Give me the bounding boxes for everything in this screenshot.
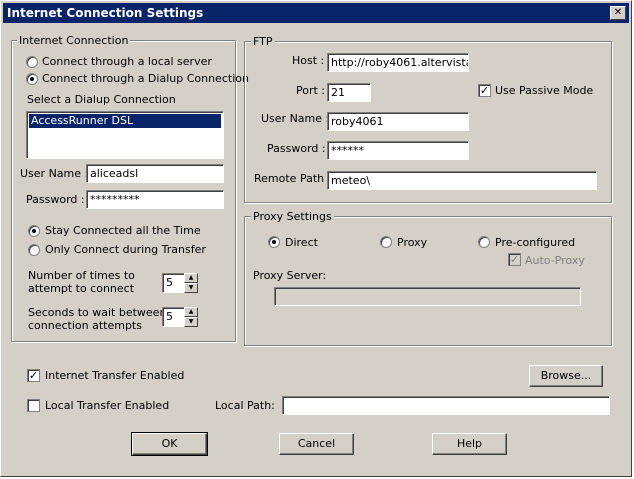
passive-mode-checkbox[interactable]: ✓ bbox=[478, 84, 491, 97]
radio-proxy[interactable] bbox=[380, 236, 392, 248]
local-path-label: Local Path: bbox=[215, 399, 275, 412]
radio-proxy-label[interactable]: Proxy bbox=[397, 236, 427, 249]
ftp-remote-path-input[interactable]: meteo\ bbox=[327, 171, 597, 190]
ok-button[interactable]: OK bbox=[131, 432, 208, 456]
radio-stay-connected[interactable] bbox=[28, 225, 40, 237]
ftp-port-label: Port : bbox=[296, 84, 326, 97]
radio-only-connect[interactable] bbox=[28, 244, 40, 256]
radio-local-server[interactable] bbox=[26, 56, 38, 68]
local-transfer-checkbox[interactable] bbox=[27, 399, 40, 412]
proxy-server-input[interactable] bbox=[274, 287, 581, 306]
spin-up-icon[interactable]: ▲ bbox=[184, 307, 198, 317]
title-bar[interactable]: Internet Connection Settings ✕ bbox=[3, 3, 629, 23]
ftp-host-label: Host : bbox=[292, 54, 325, 67]
ic-username-input[interactable]: aliceadsl bbox=[86, 164, 224, 183]
auto-proxy-checkbox[interactable]: ✓ bbox=[508, 253, 521, 266]
close-icon[interactable]: ✕ bbox=[610, 6, 626, 20]
ftp-remote-path-label: Remote Path : bbox=[254, 172, 332, 185]
dialog-window: Internet Connection Settings ✕ Internet … bbox=[0, 0, 632, 477]
attempts-label-line2: attempt to connect bbox=[28, 282, 135, 295]
wait-spinner-input[interactable]: 5 bbox=[162, 307, 186, 327]
internet-connection-legend: Internet Connection bbox=[17, 34, 131, 47]
ic-password-label: Password : bbox=[26, 193, 85, 206]
spin-down-icon[interactable]: ▼ bbox=[184, 317, 198, 327]
help-button[interactable]: Help bbox=[432, 433, 507, 455]
ftp-password-input[interactable]: ****** bbox=[327, 141, 469, 160]
attempts-spinner-input[interactable]: 5 bbox=[162, 273, 186, 293]
wait-label-line2: connection attempts bbox=[28, 319, 142, 332]
radio-proxy-direct[interactable] bbox=[268, 236, 280, 248]
local-path-input[interactable] bbox=[282, 396, 610, 415]
ftp-username-input[interactable]: roby4061 bbox=[327, 112, 469, 131]
ic-username-label: User Name : bbox=[20, 167, 89, 180]
ftp-host-input[interactable]: http://roby4061.altervista.or bbox=[327, 53, 469, 72]
wait-label-line1: Seconds to wait between bbox=[28, 306, 167, 319]
internet-transfer-label[interactable]: Internet Transfer Enabled bbox=[45, 369, 184, 382]
attempts-spinner[interactable]: ▲ ▼ bbox=[184, 273, 198, 293]
passive-mode-label[interactable]: Use Passive Mode bbox=[495, 84, 593, 97]
radio-preconfigured-label[interactable]: Pre-configured bbox=[495, 236, 575, 249]
radio-preconfigured[interactable] bbox=[478, 236, 490, 248]
radio-local-server-label[interactable]: Connect through a local server bbox=[42, 55, 212, 68]
auto-proxy-label: Auto-Proxy bbox=[525, 254, 585, 267]
window-title: Internet Connection Settings bbox=[7, 6, 204, 20]
ftp-password-label: Password : bbox=[267, 142, 326, 155]
proxy-server-label: Proxy Server: bbox=[253, 269, 327, 282]
spin-down-icon[interactable]: ▼ bbox=[184, 283, 198, 293]
ftp-legend: FTP bbox=[251, 35, 275, 48]
radio-only-connect-label[interactable]: Only Connect during Transfer bbox=[45, 243, 206, 256]
ic-password-input[interactable]: ********* bbox=[86, 190, 224, 209]
radio-dialup[interactable] bbox=[26, 73, 38, 85]
dialup-listbox[interactable]: AccessRunner DSL bbox=[26, 111, 224, 159]
radio-dialup-label[interactable]: Connect through a Dialup Connection bbox=[42, 72, 249, 85]
internet-transfer-checkbox[interactable]: ✓ bbox=[27, 369, 40, 382]
cancel-button[interactable]: Cancel bbox=[279, 433, 354, 455]
spin-up-icon[interactable]: ▲ bbox=[184, 273, 198, 283]
proxy-legend: Proxy Settings bbox=[251, 210, 334, 223]
radio-stay-connected-label[interactable]: Stay Connected all the Time bbox=[45, 224, 201, 237]
ftp-username-label: User Name : bbox=[261, 112, 330, 125]
wait-spinner[interactable]: ▲ ▼ bbox=[184, 307, 198, 327]
select-dialup-label: Select a Dialup Connection bbox=[27, 93, 176, 106]
dialup-list-item[interactable]: AccessRunner DSL bbox=[29, 114, 221, 128]
radio-proxy-direct-label[interactable]: Direct bbox=[285, 236, 318, 249]
ftp-port-input[interactable]: 21 bbox=[327, 83, 371, 102]
local-transfer-label[interactable]: Local Transfer Enabled bbox=[45, 399, 169, 412]
browse-button[interactable]: Browse... bbox=[529, 365, 603, 387]
attempts-label-line1: Number of times to bbox=[28, 269, 135, 282]
